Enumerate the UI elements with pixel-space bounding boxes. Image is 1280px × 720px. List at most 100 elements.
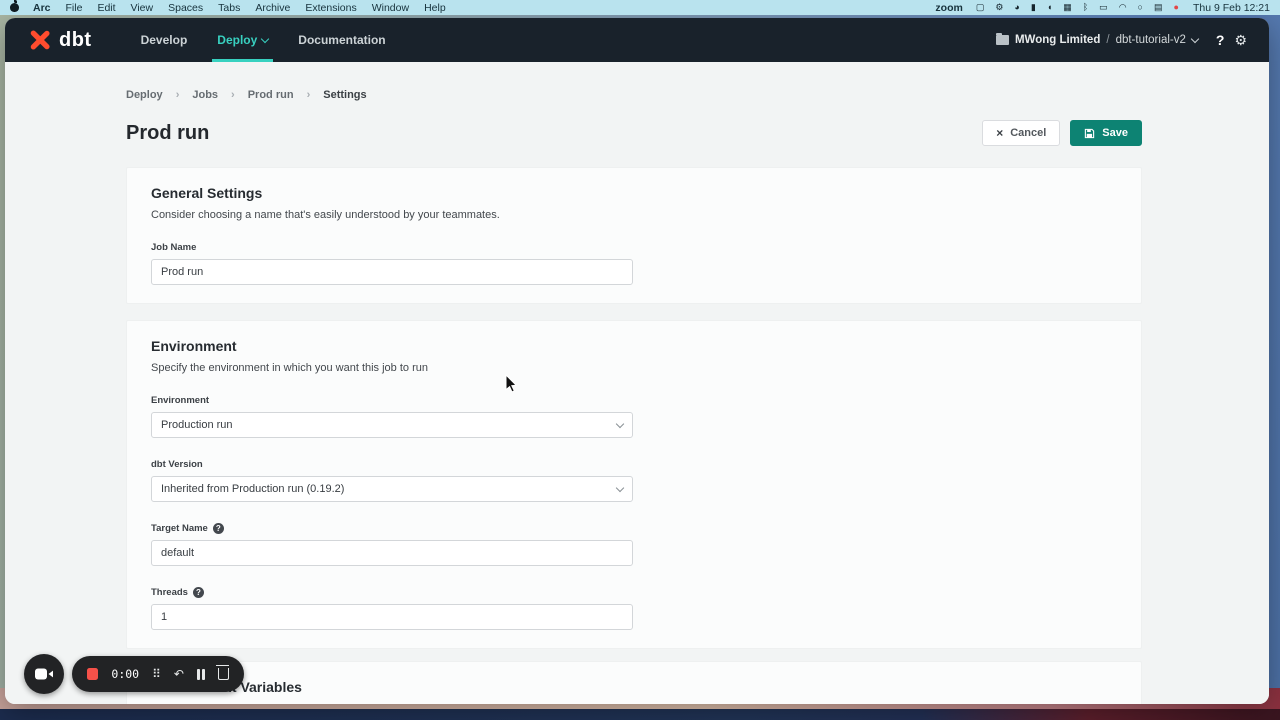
nav-deploy-label: Deploy — [217, 33, 257, 47]
cancel-button[interactable]: × Cancel — [982, 120, 1060, 146]
nav-documentation[interactable]: Documentation — [283, 18, 400, 62]
page-content: Deploy › Jobs › Prod run › Settings Prod… — [5, 62, 1269, 704]
menu-archive[interactable]: Archive — [255, 2, 290, 14]
environment-select[interactable]: Production run — [151, 412, 633, 438]
threads-input[interactable] — [151, 604, 633, 630]
save-label: Save — [1102, 127, 1128, 139]
account-switcher[interactable]: MWong Limited / dbt-tutorial-v2 — [996, 34, 1198, 46]
screen-share-icon[interactable]: ▢ — [976, 3, 985, 12]
menu-spaces[interactable]: Spaces — [168, 2, 203, 14]
environment-variables-card: Environment Variables Job-level override… — [126, 661, 1142, 704]
target-name-label-text: Target Name — [151, 523, 208, 534]
restart-recording-icon[interactable]: ↶ — [174, 668, 184, 680]
breadcrumb-separator: › — [307, 89, 311, 101]
menu-tabs[interactable]: Tabs — [218, 2, 240, 14]
close-icon: × — [996, 126, 1003, 140]
nav-documentation-label: Documentation — [298, 33, 385, 47]
wallpaper-bottom-strip — [0, 709, 1280, 720]
recording-toolbar: 0:00 ⠿ ↶ — [72, 656, 244, 692]
page-actions: × Cancel Save — [982, 120, 1142, 146]
stop-recording-button[interactable] — [87, 668, 98, 680]
breadcrumb: Deploy › Jobs › Prod run › Settings — [126, 62, 1142, 101]
discard-recording-button[interactable] — [218, 668, 229, 680]
environment-select-label-text: Environment — [151, 395, 209, 406]
display-icon[interactable]: ▦ — [1063, 3, 1072, 12]
breadcrumb-deploy[interactable]: Deploy — [126, 89, 163, 101]
navbar-right: MWong Limited / dbt-tutorial-v2 ? ⚙ — [996, 32, 1247, 49]
record-dot-icon[interactable]: ● — [1174, 3, 1179, 12]
wifi-icon[interactable]: ◠ — [1119, 3, 1127, 12]
dbt-version-select[interactable]: Inherited from Production run (0.19.2) — [151, 476, 633, 502]
primary-nav: Develop Deploy Documentation — [126, 18, 401, 62]
control-center-icon[interactable]: ▤ — [1154, 3, 1163, 12]
zoom-app-label[interactable]: zoom — [935, 2, 962, 14]
target-name-input[interactable] — [151, 540, 633, 566]
menu-extensions[interactable]: Extensions — [305, 2, 356, 14]
environment-variables-description: Job-level overrides can be set here. If … — [151, 703, 1117, 704]
project-name: dbt-tutorial-v2 — [1116, 34, 1186, 46]
battery-icon[interactable]: ▮ — [1031, 3, 1036, 12]
menubar-clock[interactable]: Thu 9 Feb 12:21 — [1193, 2, 1270, 14]
breadcrumb-jobs[interactable]: Jobs — [192, 89, 218, 101]
apple-menu-icon[interactable] — [10, 3, 19, 12]
pause-recording-button[interactable] — [197, 669, 206, 680]
org-name: MWong Limited — [1015, 34, 1100, 46]
menu-edit[interactable]: Edit — [97, 2, 115, 14]
breadcrumb-separator: › — [231, 89, 235, 101]
search-icon[interactable]: ○ — [1138, 3, 1143, 12]
env-vars-desc-suffix: . — [779, 703, 782, 704]
dbt-logo[interactable]: dbt — [27, 27, 92, 53]
job-name-label: Job Name — [151, 242, 1117, 253]
environment-description: Specify the environment in which you wan… — [151, 362, 1117, 374]
app-window: dbt Develop Deploy Documentation MWong L… — [5, 18, 1269, 704]
help-circle-icon[interactable]: ? — [193, 587, 204, 598]
volume-icon[interactable]: ◖ — [1047, 3, 1052, 12]
nav-deploy[interactable]: Deploy — [202, 18, 283, 62]
environments-settings-link[interactable]: Environments Settings — [674, 703, 779, 704]
input-source-icon[interactable]: ▭ — [1099, 3, 1108, 12]
camera-toggle-button[interactable] — [24, 654, 64, 694]
organization-icon — [996, 35, 1009, 45]
menu-help[interactable]: Help — [424, 2, 446, 14]
drag-handle-icon[interactable]: ⠿ — [152, 668, 161, 680]
clock-icon[interactable]: ◕ — [1014, 3, 1019, 12]
env-vars-desc-prefix: Job-level overrides can be set here. If … — [151, 703, 674, 704]
chevron-down-icon — [1191, 34, 1199, 42]
job-name-label-text: Job Name — [151, 242, 196, 253]
breadcrumb-prod-run[interactable]: Prod run — [248, 89, 294, 101]
help-circle-icon[interactable]: ? — [213, 523, 224, 534]
bluetooth-icon[interactable]: ᛒ — [1083, 3, 1088, 12]
brand-name: dbt — [59, 29, 92, 52]
account-separator: / — [1106, 34, 1109, 46]
settings-gear-icon[interactable]: ⚙ — [1234, 32, 1247, 49]
menu-file[interactable]: File — [66, 2, 83, 14]
menu-arc[interactable]: Arc — [33, 2, 51, 14]
chevron-down-icon — [261, 34, 269, 42]
job-name-input[interactable] — [151, 259, 633, 285]
cancel-label: Cancel — [1010, 127, 1046, 139]
gear-icon[interactable]: ⚙ — [995, 3, 1003, 12]
general-settings-card: General Settings Consider choosing a nam… — [126, 167, 1142, 304]
video-camera-icon — [34, 667, 54, 681]
menu-window[interactable]: Window — [372, 2, 409, 14]
title-row: Prod run × Cancel Save — [126, 120, 1142, 146]
help-icon[interactable]: ? — [1216, 32, 1225, 48]
page-title: Prod run — [126, 122, 209, 145]
dbt-logo-icon — [27, 27, 53, 53]
dbt-version-select-value: Inherited from Production run (0.19.2) — [161, 483, 344, 495]
chevron-down-icon — [616, 484, 624, 492]
chevron-down-icon — [616, 420, 624, 428]
dbt-version-label: dbt Version — [151, 459, 1117, 470]
threads-label: Threads ? — [151, 587, 1117, 598]
target-name-label: Target Name ? — [151, 523, 1117, 534]
threads-label-text: Threads — [151, 587, 188, 598]
environment-title: Environment — [151, 338, 1117, 354]
breadcrumb-separator: › — [176, 89, 180, 101]
nav-develop[interactable]: Develop — [126, 18, 203, 62]
general-settings-description: Consider choosing a name that's easily u… — [151, 209, 1117, 221]
breadcrumb-settings: Settings — [323, 89, 366, 101]
environment-variables-title: Environment Variables — [151, 679, 1117, 695]
macos-menubar: Arc File Edit View Spaces Tabs Archive E… — [0, 0, 1280, 15]
menu-view[interactable]: View — [131, 2, 154, 14]
save-button[interactable]: Save — [1070, 120, 1142, 146]
